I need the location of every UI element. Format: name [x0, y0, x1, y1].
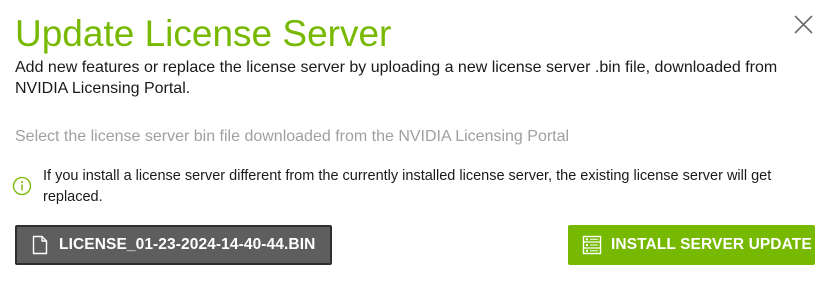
install-server-update-label: INSTALL SERVER UPDATE	[611, 236, 812, 253]
info-circle-icon	[12, 176, 32, 196]
file-icon	[32, 235, 48, 255]
file-select-instruction: Select the license server bin file downl…	[15, 128, 570, 145]
server-icon	[582, 235, 602, 255]
close-icon[interactable]	[790, 11, 818, 39]
dialog-description: Add new features or replace the license …	[15, 59, 778, 97]
dialog-title: Update License Server	[15, 13, 392, 54]
install-server-update-button[interactable]: INSTALL SERVER UPDATE	[568, 225, 815, 265]
selected-file-button[interactable]: LICENSE_01-23-2024-14-40-44.BIN	[15, 225, 332, 265]
update-license-server-dialog: Update License Server Add new features o…	[0, 0, 832, 284]
selected-file-name: LICENSE_01-23-2024-14-40-44.BIN	[59, 236, 316, 253]
info-notice-text: If you install a license server differen…	[43, 168, 772, 205]
